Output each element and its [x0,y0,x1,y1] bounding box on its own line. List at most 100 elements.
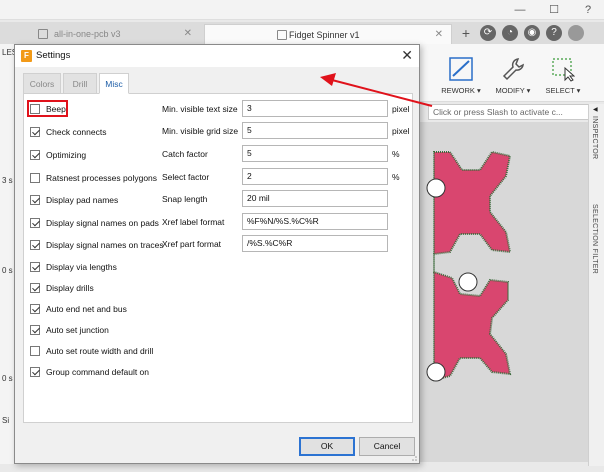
select-label: SELECT ▾ [545,86,581,95]
new-tab-icon[interactable]: + [458,25,474,41]
selection-filter-label[interactable]: SELECTION FILTER [591,204,598,274]
avatar[interactable] [568,25,584,41]
xref-label-format-input[interactable]: %F%N/%S.%C%R [242,213,388,230]
checkbox-label: Auto set junction [46,325,109,335]
notifications-icon[interactable]: ◉ [524,25,540,41]
signal-names-traces-checkbox[interactable]: Display signal names on traces [30,238,164,252]
document-tabbar: all-in-one-pcb v3 ✕ Fidget Spinner v1 ✕ … [0,22,604,44]
snap-length-label: Snap length [162,194,208,204]
dialog-titlebar: F Settings ✕ [15,45,419,67]
tab-misc[interactable]: Misc [99,73,129,94]
rework-button[interactable]: REWORK ▾ [436,56,486,95]
rework-icon [449,57,473,81]
dialog-title: Settings [36,50,71,61]
checkbox-box[interactable] [30,195,40,205]
window-titlebar: — ☐ ? [0,0,604,20]
board-canvas[interactable] [420,122,588,462]
checkbox-box[interactable] [30,346,40,356]
min-text-size-input[interactable]: 3 [242,100,388,117]
checkbox-box[interactable] [30,325,40,335]
checkbox-label: Ratsnest processes polygons [46,173,158,183]
via-lengths-checkbox[interactable]: Display via lengths [30,260,117,274]
signal-names-pads-checkbox[interactable]: Display signal names on pads [30,216,159,230]
misc-settings-panel: Beep Check connects Optimizing Ratsnest … [23,93,413,423]
min-grid-size-unit: pixel [392,126,410,136]
extensions-icon[interactable]: ⟳ [480,25,496,41]
snap-length-input[interactable]: 20 mil [242,190,388,207]
checkbox-box[interactable] [30,304,40,314]
cancel-button[interactable]: Cancel [359,437,415,456]
tab-label: all-in-one-pcb v3 [54,29,121,39]
checkbox-label: Check connects [46,127,107,137]
wrench-icon [502,58,524,81]
ok-button[interactable]: OK [299,437,355,456]
modify-label: MODIFY ▾ [495,86,531,95]
checkbox-box[interactable] [30,367,40,377]
tab-colors[interactable]: Colors [23,73,61,94]
select-factor-input[interactable]: 2 [242,168,388,185]
select-button[interactable]: SELECT ▾ [538,56,588,95]
checkbox-label: Display pad names [46,195,119,205]
catch-factor-unit: % [392,149,400,159]
job-status-icon[interactable]: ◔ [502,25,518,41]
checkbox-box[interactable] [30,262,40,272]
minimize-icon[interactable]: — [512,3,528,17]
left-strip-label: 0 s [2,266,13,275]
document-icon [38,29,48,39]
rework-label: REWORK ▾ [441,86,481,95]
checkbox-label: Auto set route width and drill [46,346,154,356]
document-icon [277,30,287,40]
tab-all-in-one-pcb[interactable]: all-in-one-pcb v3 ✕ [20,24,200,44]
checkbox-box[interactable] [30,150,40,160]
optimizing-checkbox[interactable]: Optimizing [30,148,86,162]
check-connects-checkbox[interactable]: Check connects [30,125,106,139]
checkbox-label: Optimizing [46,150,87,160]
ratsnest-polygons-checkbox[interactable]: Ratsnest processes polygons [30,171,157,185]
auto-set-junction-checkbox[interactable]: Auto set junction [30,323,109,337]
checkbox-box[interactable] [30,240,40,250]
checkbox-box[interactable] [30,173,40,183]
display-pad-names-checkbox[interactable]: Display pad names [30,193,118,207]
command-line-input[interactable]: Click or press Slash to activate c... [428,104,592,120]
display-drills-checkbox[interactable]: Display drills [30,281,94,295]
auto-end-net-checkbox[interactable]: Auto end net and bus [30,302,127,316]
close-tab-icon[interactable]: ✕ [184,24,192,44]
tab-fidget-spinner[interactable]: Fidget Spinner v1 ✕ [204,24,452,44]
checkbox-label: Auto end net and bus [46,304,127,314]
modify-button[interactable]: MODIFY ▾ [488,56,538,95]
maximize-icon[interactable]: ☐ [546,3,562,17]
xref-part-format-label: Xref part format [162,239,222,249]
checkbox-box[interactable] [30,218,40,228]
min-grid-size-label: Min. visible grid size [162,126,239,136]
right-side-panel: ◀ INSPECTOR SELECTION FILTER [588,104,604,466]
left-strip-label: 3 s [2,176,13,185]
tab-drill[interactable]: Drill [63,73,97,94]
pcb-board-graphic [426,150,512,382]
inspector-label[interactable]: INSPECTOR [591,116,598,159]
command-placeholder: Click or press Slash to activate c... [433,107,563,117]
select-factor-label: Select factor [162,172,210,182]
group-command-checkbox[interactable]: Group command default on [30,365,149,379]
left-strip-label: Si [2,416,10,425]
auto-route-width-checkbox[interactable]: Auto set route width and drill [30,344,153,358]
tab-label: Fidget Spinner v1 [289,30,360,40]
settings-dialog: F Settings ✕ Colors Drill Misc Beep Chec… [14,44,420,464]
xref-part-format-input[interactable]: /%S.%C%R [242,235,388,252]
min-text-size-label: Min. visible text size [162,104,238,114]
checkbox-label: Display signal names on pads [46,218,159,228]
min-grid-size-input[interactable]: 5 [242,122,388,139]
close-tab-icon[interactable]: ✕ [435,25,443,45]
checkbox-box[interactable] [30,283,40,293]
catch-factor-label: Catch factor [162,149,208,159]
collapse-arrow-icon[interactable]: ◀ [593,106,598,113]
resize-grip-icon[interactable] [409,453,417,461]
checkbox-label: Display via lengths [46,262,117,272]
highlight-box [27,100,68,117]
help-circle-icon[interactable]: ? [546,25,562,41]
select-factor-unit: % [392,172,400,182]
checkbox-label: Group command default on [46,367,150,377]
close-icon[interactable]: ✕ [401,47,413,63]
help-icon[interactable]: ? [580,3,596,17]
catch-factor-input[interactable]: 5 [242,145,388,162]
checkbox-box[interactable] [30,127,40,137]
